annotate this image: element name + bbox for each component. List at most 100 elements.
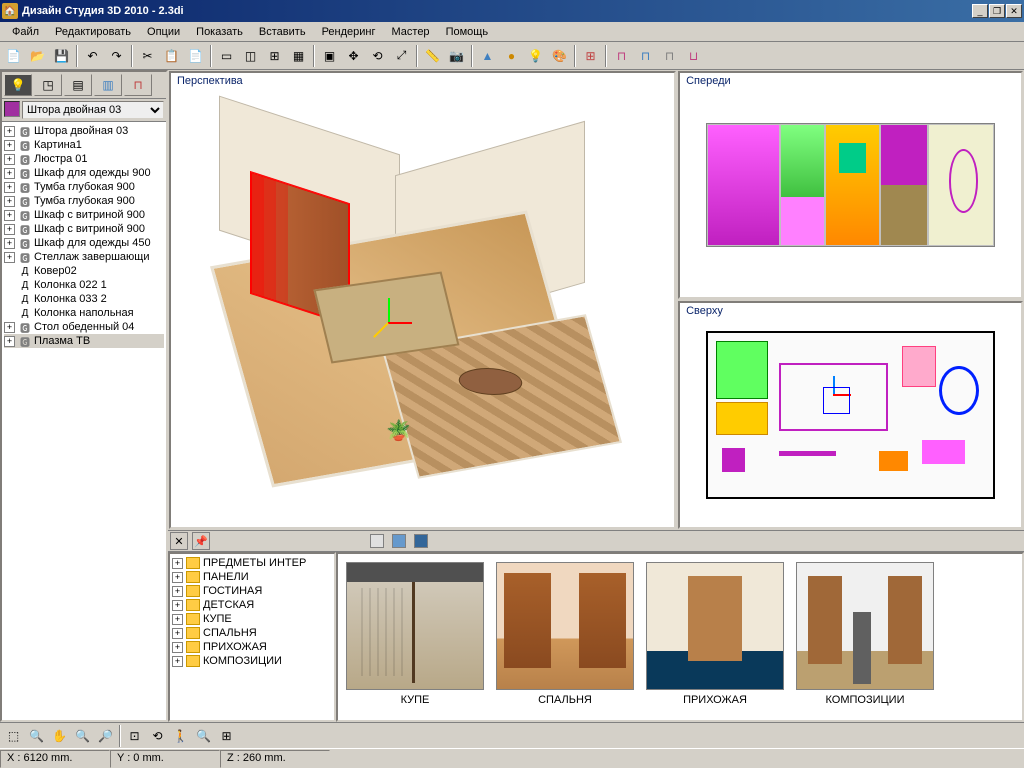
zoom-in-icon[interactable]: 🔍 [71,725,94,747]
library-thumbnail[interactable] [796,562,934,690]
tree-item[interactable]: +🅶Тумба глубокая 900 [4,194,164,208]
expand-icon[interactable]: + [172,572,183,583]
pin-panel-icon[interactable]: 📌 [192,532,210,550]
thumb-size-med-icon[interactable] [392,534,406,548]
expand-icon[interactable]: + [172,642,183,653]
undo-icon[interactable]: ↶ [81,45,104,67]
object-dropdown[interactable]: Штора двойная 03 [22,101,164,119]
menu-render[interactable]: Рендеринг [314,24,384,40]
library-tree-item[interactable]: +КОМПОЗИЦИИ [172,654,332,668]
layers-icon[interactable]: ▤ [64,74,92,96]
expand-icon[interactable]: + [4,322,15,333]
library-tree-item[interactable]: +ПРЕДМЕТЫ ИНТЕР [172,556,332,570]
minimize-button[interactable]: _ [972,4,988,18]
chair-icon[interactable]: ⊓ [124,74,152,96]
expand-icon[interactable]: + [172,628,183,639]
library-tree-item[interactable]: +ДЕТСКАЯ [172,598,332,612]
library-thumbnail[interactable] [346,562,484,690]
library-item[interactable]: КОМПОЗИЦИИ [796,562,934,706]
lamp-icon[interactable]: 💡 [4,74,32,96]
rotate-icon[interactable]: ⟲ [366,45,389,67]
expand-icon[interactable]: + [4,168,15,179]
pan-icon[interactable]: ✋ [48,725,71,747]
view2-icon[interactable]: ◫ [239,45,262,67]
dimension-icon[interactable]: 📏 [421,45,444,67]
color-swatch[interactable] [4,101,20,117]
tree-item[interactable]: ДКовер02 [4,264,164,278]
close-panel-icon[interactable]: ✕ [170,532,188,550]
scale-icon[interactable]: ⤢ [390,45,413,67]
library-tree-item[interactable]: +КУПЕ [172,612,332,626]
thumb-size-large-icon[interactable] [414,534,428,548]
expand-icon[interactable]: + [4,252,15,263]
menu-insert[interactable]: Вставить [251,24,314,40]
expand-icon[interactable]: + [172,656,183,667]
tree-item[interactable]: +🅶Штора двойная 03 [4,124,164,138]
tree-item[interactable]: +🅶Шкаф для одежды 450 [4,236,164,250]
expand-icon[interactable]: + [4,196,15,207]
viewport-front[interactable]: Спереди [678,71,1023,299]
thumb-size-small-icon[interactable] [370,534,384,548]
redo-icon[interactable]: ↷ [105,45,128,67]
viewport-perspective[interactable]: Перспектива [169,71,676,529]
view1-icon[interactable]: ▭ [215,45,238,67]
expand-icon[interactable]: + [172,614,183,625]
snap4-icon[interactable]: ⊔ [682,45,705,67]
zoom-out-icon[interactable]: 🔎 [94,725,117,747]
select-tool-icon[interactable]: ⬚ [2,725,25,747]
expand-icon[interactable]: + [4,210,15,221]
sphere-icon[interactable]: ● [500,45,523,67]
close-button[interactable]: ✕ [1006,4,1022,18]
tree-item[interactable]: +🅶Тумба глубокая 900 [4,180,164,194]
box-icon[interactable]: ◳ [34,74,62,96]
expand-icon[interactable]: + [4,238,15,249]
library-gallery[interactable]: КУПЕСПАЛЬНЯПРИХОЖАЯКОМПОЗИЦИИ [336,552,1024,722]
tree-item[interactable]: +🅶Картина1 [4,138,164,152]
menu-show[interactable]: Показать [188,24,251,40]
maximize-button[interactable]: ❐ [989,4,1005,18]
tree-item[interactable]: +🅶Шкаф для одежды 900 [4,166,164,180]
viewport-canvas[interactable] [680,303,1021,527]
tree-item[interactable]: +🅶Люстра 01 [4,152,164,166]
tree-item[interactable]: +🅶Стеллаж завершающи [4,250,164,264]
extents-icon[interactable]: ⊞ [215,725,238,747]
library-tree-item[interactable]: +ГОСТИНАЯ [172,584,332,598]
expand-icon[interactable]: + [4,126,15,137]
move-icon[interactable]: ✥ [342,45,365,67]
fit-icon[interactable]: ⊡ [123,725,146,747]
expand-icon[interactable]: + [4,182,15,193]
expand-icon[interactable]: + [172,600,183,611]
select-icon[interactable]: ▣ [318,45,341,67]
library-tree-item[interactable]: +ПАНЕЛИ [172,570,332,584]
viewport-top[interactable]: Сверху [678,301,1023,529]
cone-icon[interactable]: ▲ [476,45,499,67]
menu-edit[interactable]: Редактировать [47,24,139,40]
expand-icon[interactable]: + [172,586,183,597]
rotate-view-icon[interactable]: ⟲ [146,725,169,747]
expand-icon[interactable]: + [172,558,183,569]
library-item[interactable]: СПАЛЬНЯ [496,562,634,706]
light-icon[interactable]: 💡 [524,45,547,67]
menu-wizard[interactable]: Мастер [384,24,438,40]
paste-icon[interactable]: 📄 [184,45,207,67]
cut-icon[interactable]: ✂ [136,45,159,67]
tree-item[interactable]: +🅶Шкаф с витриной 900 [4,222,164,236]
library-tree[interactable]: +ПРЕДМЕТЫ ИНТЕР+ПАНЕЛИ+ГОСТИНАЯ+ДЕТСКАЯ+… [168,552,336,722]
transform-gizmo-icon[interactable] [368,302,408,342]
tree-item[interactable]: +🅶Стол обеденный 04 [4,320,164,334]
library-item[interactable]: ПРИХОЖАЯ [646,562,784,706]
library-thumbnail[interactable] [646,562,784,690]
scene-tree[interactable]: +🅶Штора двойная 03+🅶Картина1+🅶Люстра 01+… [2,122,166,720]
tree-item[interactable]: ДКолонка 033 2 [4,292,164,306]
library-tree-item[interactable]: +ПРИХОЖАЯ [172,640,332,654]
material-icon[interactable]: 🎨 [548,45,571,67]
menu-file[interactable]: Файл [4,24,47,40]
viewport-canvas[interactable] [680,73,1021,297]
snap2-icon[interactable]: ⊓ [634,45,657,67]
open-icon[interactable]: 📂 [26,45,49,67]
tree-item[interactable]: ДКолонка напольная [4,306,164,320]
view4-icon[interactable]: ▦ [287,45,310,67]
new-icon[interactable]: 📄 [2,45,25,67]
expand-icon[interactable]: + [4,154,15,165]
library-thumbnail[interactable] [496,562,634,690]
